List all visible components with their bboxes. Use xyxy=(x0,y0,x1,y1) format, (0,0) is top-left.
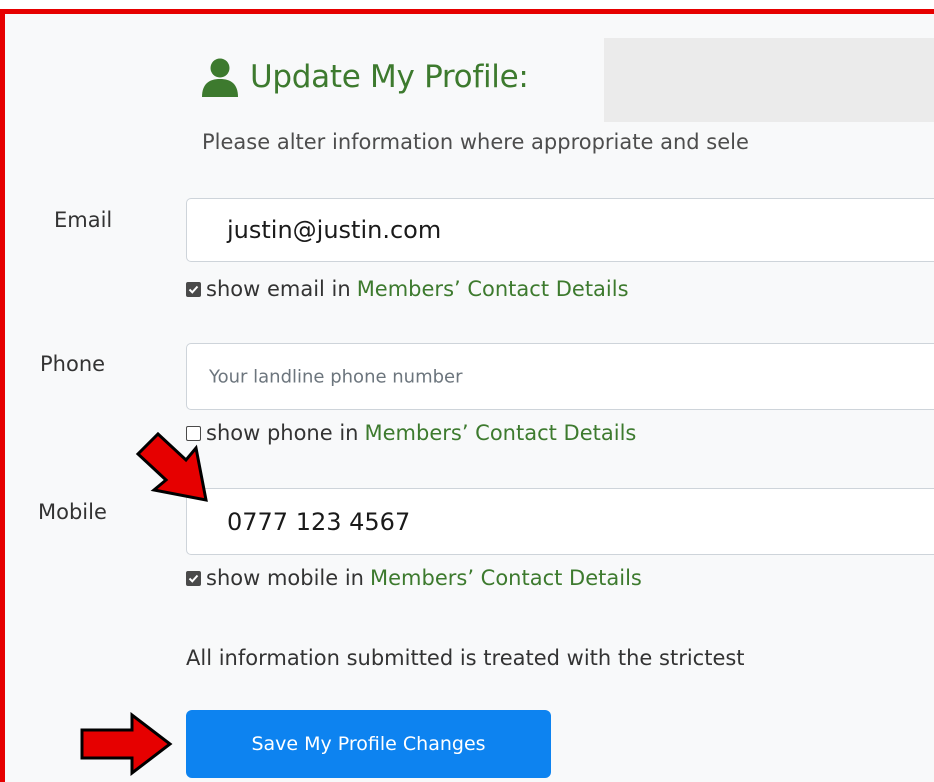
mobile-field[interactable]: 0777 123 4567 xyxy=(186,488,934,555)
show-mobile-checkbox[interactable] xyxy=(186,570,201,586)
checkmark-icon xyxy=(188,574,199,583)
email-value: justin@justin.com xyxy=(227,216,442,244)
red-arrow-icon xyxy=(135,431,208,502)
show-email-text: show email in xyxy=(206,277,351,301)
members-contact-details-link[interactable]: Members’ Contact Details xyxy=(370,566,642,590)
show-mobile-text: show mobile in xyxy=(206,566,364,590)
email-label: Email xyxy=(54,208,113,232)
title-highlight-box xyxy=(604,38,934,122)
checkmark-icon xyxy=(188,285,199,294)
show-phone-text: show phone in xyxy=(206,421,359,445)
mobile-label: Mobile xyxy=(38,500,107,524)
show-phone-option: show phone in Members’ Contact Details xyxy=(186,421,636,445)
user-icon xyxy=(202,58,238,97)
red-arrow-icon xyxy=(80,712,173,776)
phone-placeholder: Your landline phone number xyxy=(209,366,463,387)
show-mobile-option: show mobile in Members’ Contact Details xyxy=(186,566,642,590)
email-field[interactable]: justin@justin.com xyxy=(186,198,934,262)
save-profile-button[interactable]: Save My Profile Changes xyxy=(186,710,551,778)
mobile-value: 0777 123 4567 xyxy=(227,507,411,536)
intro-text: Please alter information where appropria… xyxy=(202,130,749,154)
page-title: Update My Profile: xyxy=(200,55,529,99)
show-email-option: show email in Members’ Contact Details xyxy=(186,277,629,301)
phone-label: Phone xyxy=(40,352,106,376)
privacy-notice: All information submitted is treated wit… xyxy=(186,646,745,670)
members-contact-details-link[interactable]: Members’ Contact Details xyxy=(365,421,637,445)
phone-field[interactable]: Your landline phone number xyxy=(186,343,934,410)
page-title-text: Update My Profile: xyxy=(250,59,529,95)
members-contact-details-link[interactable]: Members’ Contact Details xyxy=(357,277,629,301)
show-email-checkbox[interactable] xyxy=(186,281,201,297)
